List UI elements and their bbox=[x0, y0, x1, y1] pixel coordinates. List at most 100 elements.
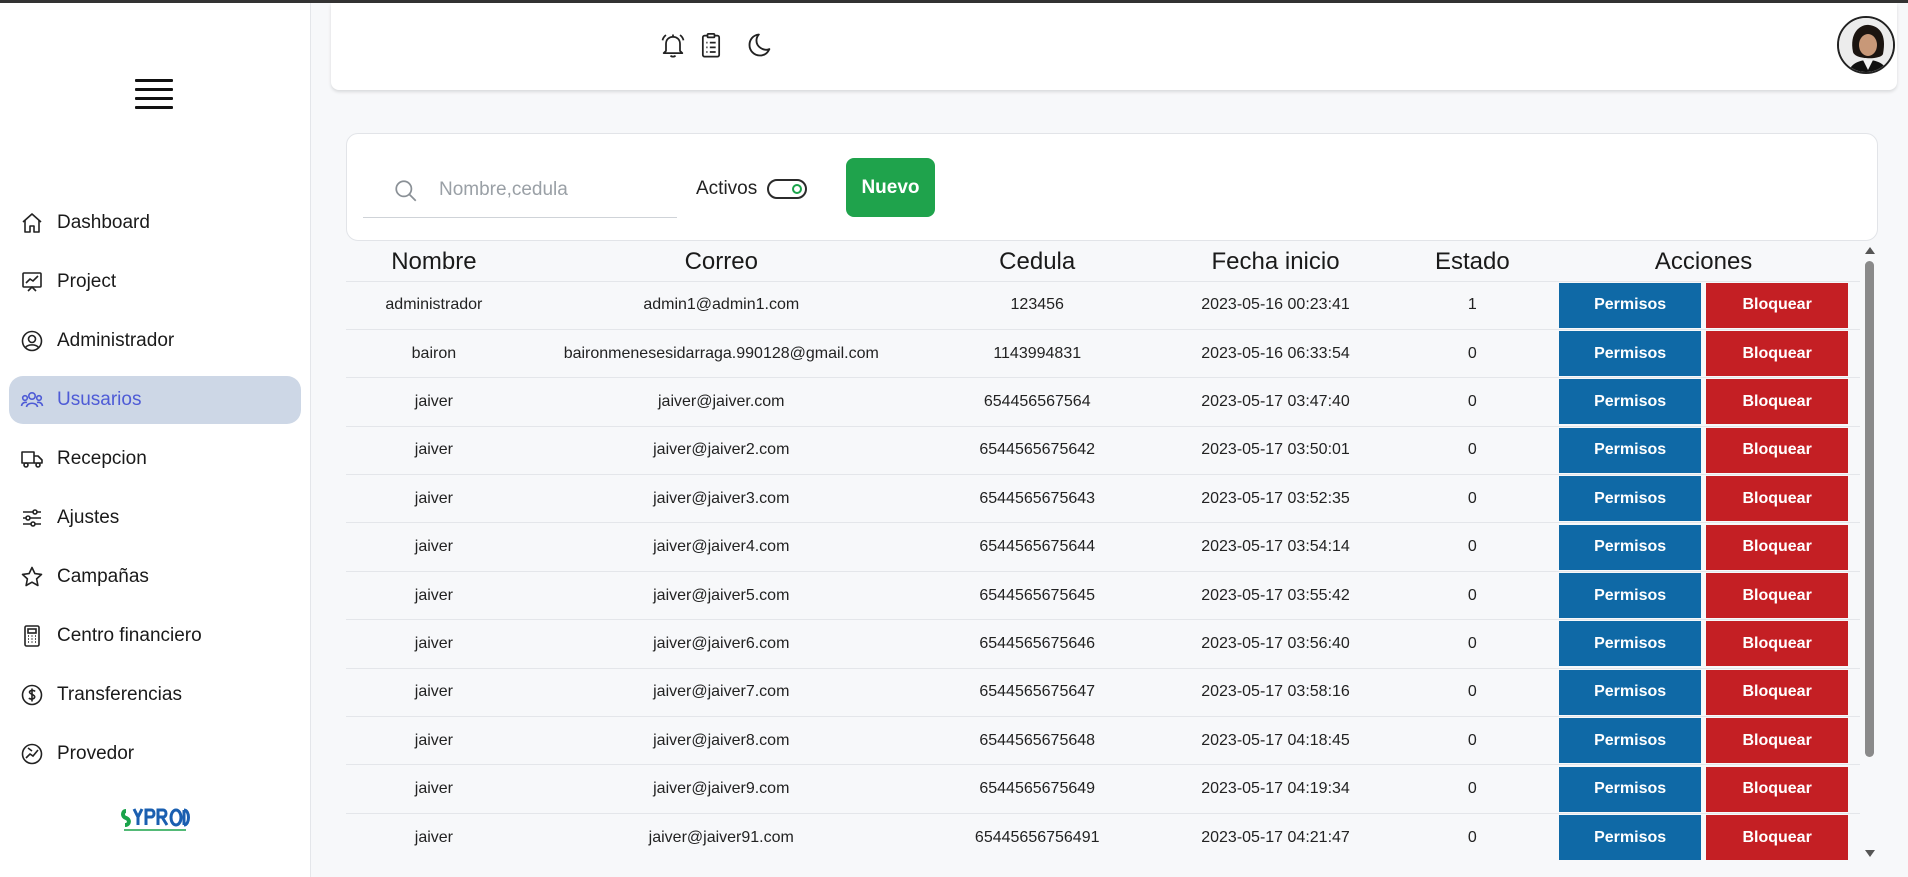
bloquear-button[interactable]: Bloquear bbox=[1706, 718, 1849, 764]
table-row: jaiver jaiver@jaiver.com 654456567564 2023-… bbox=[346, 377, 1860, 427]
permisos-button[interactable]: Permisos bbox=[1559, 427, 1702, 473]
moon-icon[interactable] bbox=[744, 29, 776, 61]
cell-acciones: Permisos Bloquear bbox=[1547, 474, 1860, 523]
cell-nombre: jaiver bbox=[346, 812, 522, 860]
cell-estado: 0 bbox=[1397, 619, 1548, 669]
permisos-button[interactable]: Permisos bbox=[1559, 815, 1702, 860]
cell-acciones: Permisos Bloquear bbox=[1547, 764, 1860, 814]
users-icon bbox=[19, 387, 45, 413]
table-row: jaiver jaiver@jaiver5.com 6544565675645 202… bbox=[346, 570, 1860, 620]
cell-fecha: 2023-05-17 04:21:47 bbox=[1153, 812, 1398, 860]
bloquear-button[interactable]: Bloquear bbox=[1706, 331, 1849, 377]
bloquear-button[interactable]: Bloquear bbox=[1706, 524, 1849, 570]
bell-icon[interactable] bbox=[657, 29, 689, 61]
cell-acciones: Permisos Bloquear bbox=[1547, 280, 1860, 330]
sidebar-item-dashboard[interactable]: Dashboard bbox=[9, 199, 301, 247]
clipboard-icon[interactable] bbox=[695, 29, 727, 61]
permisos-button[interactable]: Permisos bbox=[1559, 331, 1702, 377]
sidebar-item-provedor[interactable]: Provedor bbox=[9, 730, 301, 778]
bloquear-button[interactable]: Bloquear bbox=[1706, 621, 1849, 667]
sidebar-item-recepcion[interactable]: Recepcion bbox=[9, 435, 301, 483]
cell-cedula: 6544565675645 bbox=[920, 570, 1154, 620]
permisos-button[interactable]: Permisos bbox=[1559, 621, 1702, 667]
sidebar-item-project[interactable]: Project bbox=[9, 258, 301, 306]
cell-cedula: 65445656756491 bbox=[920, 812, 1154, 860]
cell-correo: admin1@admin1.com bbox=[521, 280, 921, 330]
sidebar-item-campanas[interactable]: Campañas bbox=[9, 553, 301, 601]
cell-nombre: jaiver bbox=[346, 570, 522, 620]
permisos-button[interactable]: Permisos bbox=[1559, 573, 1702, 619]
header-fecha-inicio: Fecha inicio bbox=[1211, 247, 1340, 275]
provider-icon bbox=[19, 741, 45, 767]
bloquear-button[interactable]: Bloquear bbox=[1706, 815, 1849, 860]
cell-estado: 0 bbox=[1397, 377, 1548, 427]
cell-fecha: 2023-05-17 03:50:01 bbox=[1153, 425, 1398, 475]
cell-cedula: 1143994831 bbox=[920, 328, 1154, 378]
cell-cedula: 6544565675643 bbox=[920, 474, 1154, 523]
table-row: jaiver jaiver@jaiver6.com 6544565675646 202… bbox=[346, 619, 1860, 669]
cell-estado: 0 bbox=[1397, 812, 1548, 860]
sidebar-item-label: Transferencias bbox=[57, 684, 182, 705]
permisos-button[interactable]: Permisos bbox=[1559, 669, 1702, 715]
permisos-button[interactable]: Permisos bbox=[1559, 282, 1702, 328]
chart-board-icon bbox=[19, 269, 45, 295]
user-avatar[interactable] bbox=[1837, 16, 1895, 74]
cell-nombre: jaiver bbox=[346, 425, 522, 475]
sidebar-item-label: Campañas bbox=[57, 566, 149, 587]
cell-acciones: Permisos Bloquear bbox=[1547, 522, 1860, 572]
sidebar-item-label: Recepcion bbox=[57, 448, 147, 469]
sidebar-nav: Dashboard Project Administrador Ususario… bbox=[0, 199, 311, 789]
bloquear-button[interactable]: Bloquear bbox=[1706, 669, 1849, 715]
cell-nombre: jaiver bbox=[346, 377, 522, 427]
cell-nombre: jaiver bbox=[346, 764, 522, 814]
sidebar-item-ajustes[interactable]: Ajustes bbox=[9, 494, 301, 542]
table-scrollbar[interactable] bbox=[1862, 247, 1876, 857]
bloquear-button[interactable]: Bloquear bbox=[1706, 427, 1849, 473]
brand-logo bbox=[120, 803, 190, 837]
sidebar-item-centro-financiero[interactable]: Centro financiero bbox=[9, 612, 301, 660]
activos-label: Activos bbox=[696, 178, 758, 199]
table-row: jaiver jaiver@jaiver8.com 6544565675648 202… bbox=[346, 716, 1860, 765]
cell-nombre: jaiver bbox=[346, 716, 522, 765]
cell-acciones: Permisos Bloquear bbox=[1547, 716, 1860, 765]
cell-cedula: 6544565675647 bbox=[920, 667, 1154, 717]
cell-acciones: Permisos Bloquear bbox=[1547, 570, 1860, 620]
cell-nombre: bairon bbox=[346, 328, 522, 378]
permisos-button[interactable]: Permisos bbox=[1559, 379, 1702, 425]
bloquear-button[interactable]: Bloquear bbox=[1706, 573, 1849, 619]
table-row: jaiver jaiver@jaiver4.com 6544565675644 202… bbox=[346, 522, 1860, 572]
header-acciones: Acciones bbox=[1654, 247, 1753, 275]
sidebar-item-usuarios[interactable]: Ususarios bbox=[9, 376, 301, 424]
calculator-icon bbox=[19, 623, 45, 649]
cell-correo: jaiver@jaiver7.com bbox=[521, 667, 921, 717]
cell-fecha: 2023-05-17 04:19:34 bbox=[1153, 764, 1398, 814]
search-input[interactable] bbox=[439, 174, 669, 206]
users-table-container[interactable]: Nombre Correo Cedula Fecha inicio Estado… bbox=[346, 243, 1866, 860]
cell-nombre: jaiver bbox=[346, 522, 522, 572]
permisos-button[interactable]: Permisos bbox=[1559, 718, 1702, 764]
table-header-row: Nombre Correo Cedula Fecha inicio Estado… bbox=[346, 243, 1860, 281]
bloquear-button[interactable]: Bloquear bbox=[1706, 379, 1849, 425]
bloquear-button[interactable]: Bloquear bbox=[1706, 282, 1849, 328]
permisos-button[interactable]: Permisos bbox=[1559, 524, 1702, 570]
bloquear-button[interactable]: Bloquear bbox=[1706, 766, 1849, 812]
search-box bbox=[363, 164, 677, 218]
activos-toggle[interactable] bbox=[767, 179, 807, 199]
cell-correo: jaiver@jaiver2.com bbox=[521, 425, 921, 475]
search-icon bbox=[393, 178, 419, 204]
nuevo-button[interactable]: Nuevo bbox=[846, 158, 935, 217]
table-row: jaiver jaiver@jaiver91.com 65445656756491 2… bbox=[346, 812, 1860, 860]
permisos-button[interactable]: Permisos bbox=[1559, 766, 1702, 812]
cell-estado: 0 bbox=[1397, 474, 1548, 523]
cell-fecha: 2023-05-17 03:56:40 bbox=[1153, 619, 1398, 669]
table-row: administrador admin1@admin1.com 123456 2023… bbox=[346, 280, 1860, 330]
permisos-button[interactable]: Permisos bbox=[1559, 476, 1702, 522]
sidebar-item-label: Administrador bbox=[57, 330, 175, 351]
bloquear-button[interactable]: Bloquear bbox=[1706, 476, 1849, 522]
sidebar-item-transferencias[interactable]: Transferencias bbox=[9, 671, 301, 719]
cell-fecha: 2023-05-17 03:52:35 bbox=[1153, 474, 1398, 523]
sidebar-item-administrador[interactable]: Administrador bbox=[9, 317, 301, 365]
cell-acciones: Permisos Bloquear bbox=[1547, 328, 1860, 378]
cell-nombre: administrador bbox=[346, 280, 522, 330]
menu-icon[interactable] bbox=[135, 79, 173, 109]
